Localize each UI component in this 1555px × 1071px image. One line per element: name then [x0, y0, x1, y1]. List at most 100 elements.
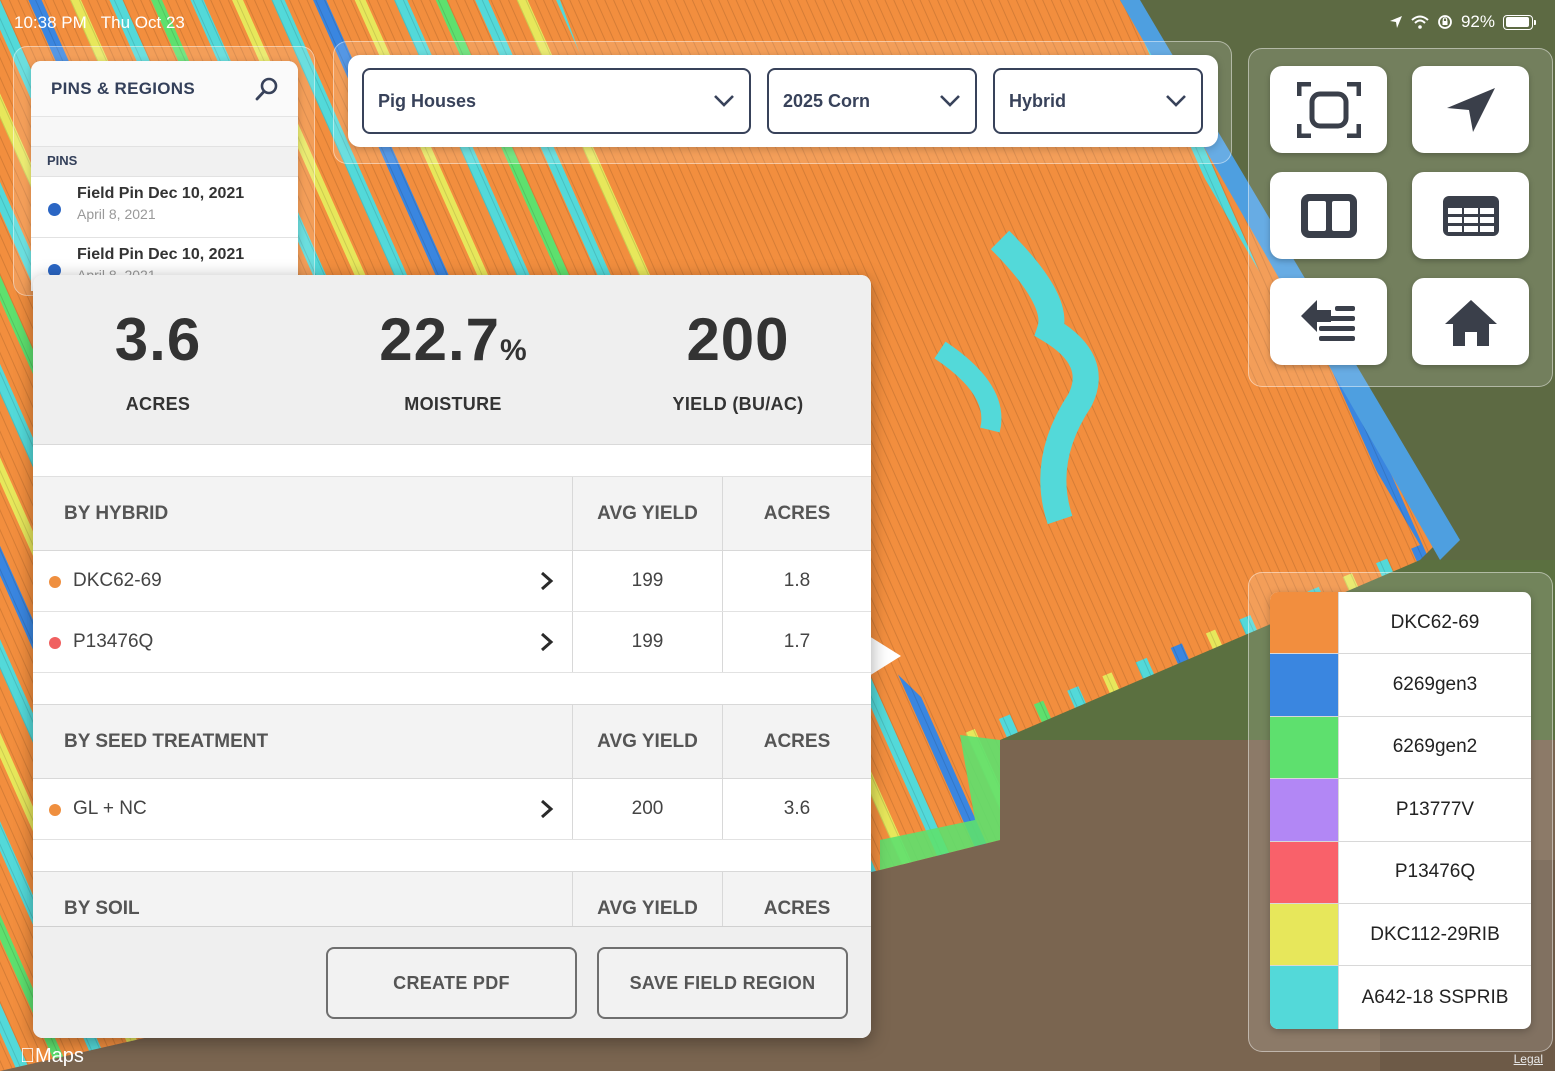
table-row[interactable]: DKC62-69 199 1.8 [33, 551, 871, 612]
chevron-right-icon [541, 571, 554, 591]
battery-icon [1503, 14, 1536, 30]
layer-select[interactable]: Hybrid [993, 68, 1203, 134]
legend-label: DKC62-69 [1390, 611, 1480, 633]
legend-swatch [1270, 654, 1339, 716]
create-pdf-button[interactable]: CREATE PDF [326, 947, 577, 1019]
legend-row: A642-18 SSPRIB [1270, 966, 1531, 1029]
spacer [33, 840, 871, 872]
status-bar: 10:38 PM Thu Oct 23 92% [0, 0, 1555, 44]
pin-item[interactable]: Field Pin Dec 10, 2021 April 8, 2021 [31, 177, 298, 238]
home-button[interactable] [1412, 278, 1529, 365]
legal-link[interactable]: Legal [1514, 1052, 1543, 1066]
location-icon [1389, 16, 1402, 28]
avg-yield-header: AVG YIELD [573, 477, 723, 550]
list-back-button[interactable] [1270, 278, 1387, 365]
seed-treatment-table-header: BY SEED TREATMENT AVG YIELD ACRES [33, 705, 871, 779]
wifi-icon [1411, 15, 1429, 29]
battery-percent: 92% [1460, 12, 1495, 31]
table-row[interactable]: P13476Q 199 1.7 [33, 612, 871, 673]
legend-label: P13777V [1395, 798, 1475, 820]
chevron-down-icon [1166, 95, 1186, 107]
list-back-icon [1300, 299, 1355, 341]
row-acres: 1.7 [783, 631, 811, 652]
legend-label: 6269gen2 [1392, 736, 1478, 758]
legend-row: P13777V [1270, 779, 1531, 842]
pin-date: April 8, 2021 [77, 206, 156, 222]
legend-row: P13476Q [1270, 841, 1531, 904]
acres-label: ACRES [125, 394, 191, 414]
legend-swatch [1270, 966, 1339, 1029]
split-view-icon [1300, 193, 1357, 238]
row-acres: 1.8 [783, 570, 811, 591]
filter-bar: Pig Houses 2025 Corn Hybrid [348, 55, 1218, 147]
hybrid-table-header: BY HYBRID AVG YIELD ACRES [33, 477, 871, 551]
legend-swatch [1270, 716, 1339, 779]
moisture-unit: % [500, 334, 527, 367]
pins-regions-panel: PINS & REGIONS PINS Field Pin Dec 10, 20… [31, 61, 298, 291]
row-avg-yield: 200 [573, 779, 723, 839]
split-view-button[interactable] [1270, 172, 1387, 259]
row-name: P13476Q [73, 631, 154, 652]
locate-arrow-icon [1446, 87, 1495, 132]
pins-header: PINS & REGIONS [31, 61, 298, 117]
legend-label: A642-18 SSPRIB [1361, 986, 1509, 1008]
hybrid-header-label: BY HYBRID [33, 477, 573, 550]
avg-yield-header: AVG YIELD [573, 705, 723, 778]
chevron-down-icon [714, 95, 734, 107]
row-name: GL + NC [73, 798, 147, 819]
field-select[interactable]: Pig Houses [362, 68, 751, 134]
yield-label: YIELD (BU/AC) [672, 394, 804, 414]
field-select-value: Pig Houses [378, 90, 477, 111]
fit-extent-icon [1296, 81, 1361, 138]
fit-extent-button[interactable] [1270, 66, 1387, 153]
panel-actions: CREATE PDF SAVE FIELD REGION [33, 926, 871, 1038]
panel-pointer [869, 636, 901, 676]
region-stats-panel: 3.6 ACRES 22.7% MOISTURE 200 YIELD (BU/A… [33, 275, 871, 1038]
legend-row: DKC112-29RIB [1270, 903, 1531, 967]
pins-spacer [31, 117, 298, 147]
legend-row: 6269gen2 [1270, 716, 1531, 780]
legend-label: P13476Q [1394, 861, 1476, 883]
legend-label: DKC112-29RIB [1370, 923, 1500, 945]
save-field-region-button[interactable]: SAVE FIELD REGION [597, 947, 848, 1019]
moisture-value: 22.7 [379, 306, 501, 373]
acres-stat: 3.6 ACRES [73, 305, 243, 415]
legend-swatch [1270, 779, 1339, 841]
legend-row: 6269gen3 [1270, 654, 1531, 717]
legend-swatch [1270, 592, 1339, 654]
row-avg-yield: 199 [573, 612, 723, 672]
legend-swatch [1270, 903, 1339, 966]
chevron-right-icon [541, 799, 554, 819]
season-select-value: 2025 Corn [783, 90, 871, 111]
apple-logo-icon:  [20, 1045, 35, 1067]
pins-section-header: PINS [31, 147, 298, 177]
legend-row: DKC62-69 [1270, 592, 1531, 655]
spacer [33, 445, 871, 477]
search-icon[interactable] [254, 76, 280, 102]
spacer [33, 673, 871, 705]
layer-select-value: Hybrid [1009, 90, 1067, 111]
season-select[interactable]: 2025 Corn [767, 68, 977, 134]
rotation-lock-icon [1438, 15, 1452, 29]
legend-label: 6269gen3 [1392, 674, 1478, 696]
color-dot-icon [49, 576, 61, 588]
row-avg-yield: 199 [573, 551, 723, 611]
summary-stats: 3.6 ACRES 22.7% MOISTURE 200 YIELD (BU/A… [33, 275, 871, 445]
pins-title: PINS & REGIONS [51, 78, 196, 98]
status-indicators: 92% [1389, 12, 1536, 32]
acres-header: ACRES [763, 730, 831, 752]
color-dot-icon [49, 804, 61, 816]
seed-treatment-header-label: BY SEED TREATMENT [33, 705, 573, 778]
yield-value: 200 [686, 306, 790, 373]
row-acres: 3.6 [783, 798, 811, 819]
locate-button[interactable] [1412, 66, 1529, 153]
status-time: 10:38 PM Thu Oct 23 [14, 13, 185, 32]
status-date: Thu Oct 23 [100, 13, 185, 32]
pin-dot-icon [48, 203, 61, 216]
chevron-down-icon [940, 95, 960, 107]
table-icon [1442, 195, 1499, 236]
row-name: DKC62-69 [73, 570, 162, 591]
home-icon [1444, 299, 1497, 346]
table-row[interactable]: GL + NC 200 3.6 [33, 779, 871, 840]
table-view-button[interactable] [1412, 172, 1529, 259]
